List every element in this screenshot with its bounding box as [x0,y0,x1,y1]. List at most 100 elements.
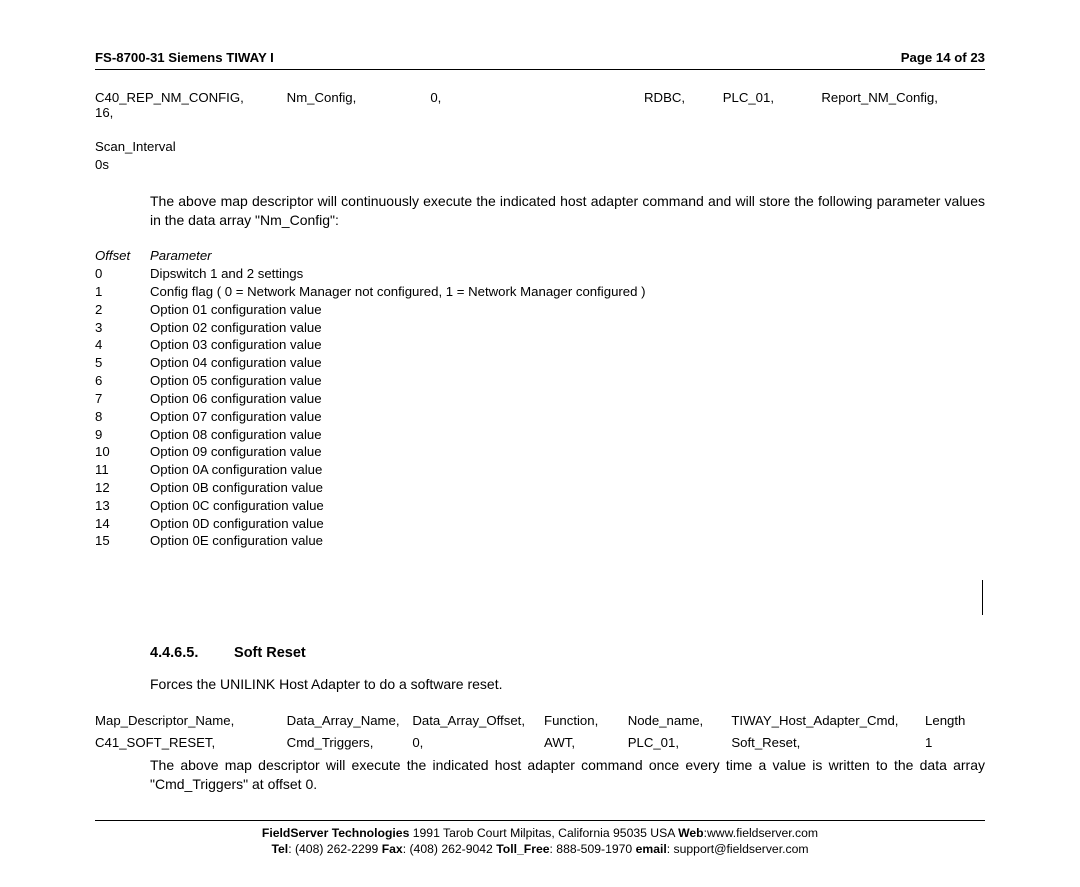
footer-web-v: :www.fieldserver.com [704,826,818,840]
param-offset: 8 [95,408,150,426]
param-row: 6Option 05 configuration value [95,372,985,390]
param-value: Option 02 configuration value [150,319,985,337]
param-value: Option 06 configuration value [150,390,985,408]
footer-tel-l: Tel [271,842,288,856]
param-offset: 10 [95,443,150,461]
param-value: Option 0C configuration value [150,497,985,515]
text-cursor-icon [981,580,983,615]
param-row: 2Option 01 configuration value [95,301,985,319]
footer-email-v: : support@fieldserver.com [667,842,809,856]
scan-block: Scan_Interval 0s [95,138,985,174]
param-offset: 7 [95,390,150,408]
md-c4: PLC_01, [628,734,728,752]
param-value: Option 07 configuration value [150,408,985,426]
footer-company: FieldServer Technologies [262,826,409,840]
param-value: Option 05 configuration value [150,372,985,390]
cfg-c3: RDBC, [644,90,719,105]
param-row: 8Option 07 configuration value [95,408,985,426]
param-row: 5Option 04 configuration value [95,354,985,372]
section-title: Soft Reset [234,645,306,661]
param-row: 13Option 0C configuration value [95,497,985,515]
mh-c6: Length [925,712,965,730]
scan-l0: Scan_Interval [95,138,985,156]
config-row: C40_REP_NM_CONFIG, Nm_Config, 0, RDBC, P… [95,90,985,120]
param-row: 9Option 08 configuration value [95,426,985,444]
param-value: Option 04 configuration value [150,354,985,372]
param-value: Option 03 configuration value [150,336,985,354]
footer-email-l: email [636,842,667,856]
footer-toll-v: : 888-509-1970 [550,842,636,856]
param-value: Option 0B configuration value [150,479,985,497]
footer-toll-l: Toll_Free [496,842,549,856]
md-c2: 0, [412,734,540,752]
param-row: 15Option 0E configuration value [95,532,985,550]
param-row: 12Option 0B configuration value [95,479,985,497]
footer-fax-v: : (408) 262-9042 [403,842,497,856]
mh-c4: Node_name, [628,712,728,730]
param-value: Dipswitch 1 and 2 settings [150,265,985,283]
scan-l1: 0s [95,156,985,174]
page-header: FS-8700-31 Siemens TIWAY I Page 14 of 23 [95,50,985,70]
param-offset: 12 [95,479,150,497]
md-c0: C41_SOFT_RESET, [95,734,283,752]
param-row: 14Option 0D configuration value [95,515,985,533]
cfg-c5: Report_NM_Config, [821,90,971,105]
param-offset: 14 [95,515,150,533]
map-header-row: Map_Descriptor_Name, Data_Array_Name, Da… [95,712,985,730]
page-footer: FieldServer Technologies 1991 Tarob Cour… [95,820,985,858]
cfg-c2: 0, [430,90,640,105]
cfg-c1: Nm_Config, [287,90,427,105]
param-row: 0Dipswitch 1 and 2 settings [95,265,985,283]
md-c5: Soft_Reset, [731,734,921,752]
param-offset: 9 [95,426,150,444]
param-value: Option 01 configuration value [150,301,985,319]
param-offset: 1 [95,283,150,301]
param-row: 4Option 03 configuration value [95,336,985,354]
param-value: Option 0E configuration value [150,532,985,550]
param-table: Offset Parameter 0Dipswitch 1 and 2 sett… [95,247,985,550]
param-offset: 3 [95,319,150,337]
footer-web-l: Web [678,826,704,840]
param-offset: 15 [95,532,150,550]
cfg-c4: PLC_01, [723,90,818,105]
hdr-param: Parameter [150,247,985,265]
mh-c2: Data_Array_Offset, [412,712,540,730]
param-value: Config flag ( 0 = Network Manager not co… [150,283,985,301]
footer-addr: 1991 Tarob Court Milpitas, California 95… [409,826,678,840]
footer-fax-l: Fax [382,842,403,856]
param-value: Option 08 configuration value [150,426,985,444]
mh-c5: TIWAY_Host_Adapter_Cmd, [731,712,921,730]
page-number: Page 14 of 23 [901,50,985,65]
section-num: 4.4.6.5. [150,645,230,661]
hdr-offset: Offset [95,247,150,265]
paragraph-2: Forces the UNILINK Host Adapter to do a … [150,675,985,694]
param-offset: 0 [95,265,150,283]
map-data-row: C41_SOFT_RESET, Cmd_Triggers, 0, AWT, PL… [95,734,985,752]
param-header: Offset Parameter [95,247,985,265]
param-offset: 13 [95,497,150,515]
param-offset: 6 [95,372,150,390]
md-c6: 1 [925,734,932,752]
mh-c3: Function, [544,712,624,730]
param-offset: 4 [95,336,150,354]
param-offset: 2 [95,301,150,319]
section-heading: 4.4.6.5. Soft Reset [150,645,985,661]
param-value: Option 09 configuration value [150,443,985,461]
param-row: 10Option 09 configuration value [95,443,985,461]
param-value: Option 0D configuration value [150,515,985,533]
mh-c1: Data_Array_Name, [287,712,409,730]
cfg-c0: C40_REP_NM_CONFIG, [95,90,283,105]
param-row: 1Config flag ( 0 = Network Manager not c… [95,283,985,301]
paragraph-1: The above map descriptor will continuous… [150,192,985,230]
param-row: 11Option 0A configuration value [95,461,985,479]
param-value: Option 0A configuration value [150,461,985,479]
md-c3: AWT, [544,734,624,752]
param-row: 7Option 06 configuration value [95,390,985,408]
mh-c0: Map_Descriptor_Name, [95,712,283,730]
md-c1: Cmd_Triggers, [287,734,409,752]
footer-tel-v: : (408) 262-2299 [288,842,382,856]
paragraph-3: The above map descriptor will execute th… [150,756,985,794]
param-offset: 11 [95,461,150,479]
param-row: 3Option 02 configuration value [95,319,985,337]
param-offset: 5 [95,354,150,372]
